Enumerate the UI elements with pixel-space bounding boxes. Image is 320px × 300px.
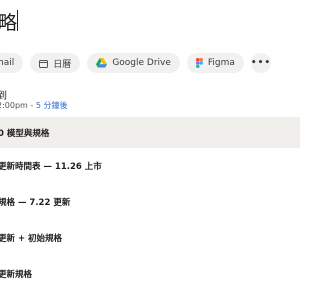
calendar-icon [39, 59, 49, 68]
text-cursor [17, 10, 18, 31]
chip-calendar-label: 日曆 [53, 59, 72, 70]
event-relative-time: 5 分鐘後 [35, 101, 68, 110]
document-list: 0 模型與規格 更新時間表 — 11.26 上市 規格 — 7.22 更新 更新… [0, 117, 300, 292]
list-item[interactable]: 更新規格 [0, 256, 300, 292]
list-item-label: 0 模型與規格 [0, 128, 50, 139]
chip-calendar[interactable]: 日曆 [30, 53, 81, 73]
event-time: 2:00pm - 5 分鐘後 [0, 100, 67, 111]
chip-figma[interactable]: Figma [186, 53, 244, 73]
list-item-label: 更新 + 初始規格 [0, 234, 63, 244]
chip-google-drive[interactable]: Google Drive [87, 53, 180, 73]
chip-figma-label: Figma [207, 58, 235, 68]
more-button[interactable]: ••• [251, 53, 271, 73]
page-title[interactable]: 略 [0, 8, 17, 35]
chip-mail-label: mail [0, 58, 15, 68]
list-item-label: 更新時間表 — 11.26 上市 [0, 162, 102, 172]
quick-links-bar: mail 日曆 Google Drive Figma ••• [0, 53, 271, 73]
more-icon: ••• [250, 58, 272, 68]
list-item[interactable]: 更新 + 初始規格 [0, 220, 300, 256]
list-item[interactable]: 更新時間表 — 11.26 上市 [0, 148, 300, 184]
google-drive-icon [96, 58, 108, 68]
list-item[interactable]: 0 模型與規格 [0, 117, 300, 148]
list-item-label: 規格 — 7.22 更新 [0, 198, 71, 208]
figma-icon [195, 58, 203, 68]
event-time-range: 2:00pm - [0, 101, 36, 110]
chip-mail[interactable]: mail [0, 53, 24, 73]
list-item[interactable]: 規格 — 7.22 更新 [0, 184, 300, 220]
chip-google-drive-label: Google Drive [112, 58, 171, 68]
list-item-label: 更新規格 [0, 270, 33, 280]
